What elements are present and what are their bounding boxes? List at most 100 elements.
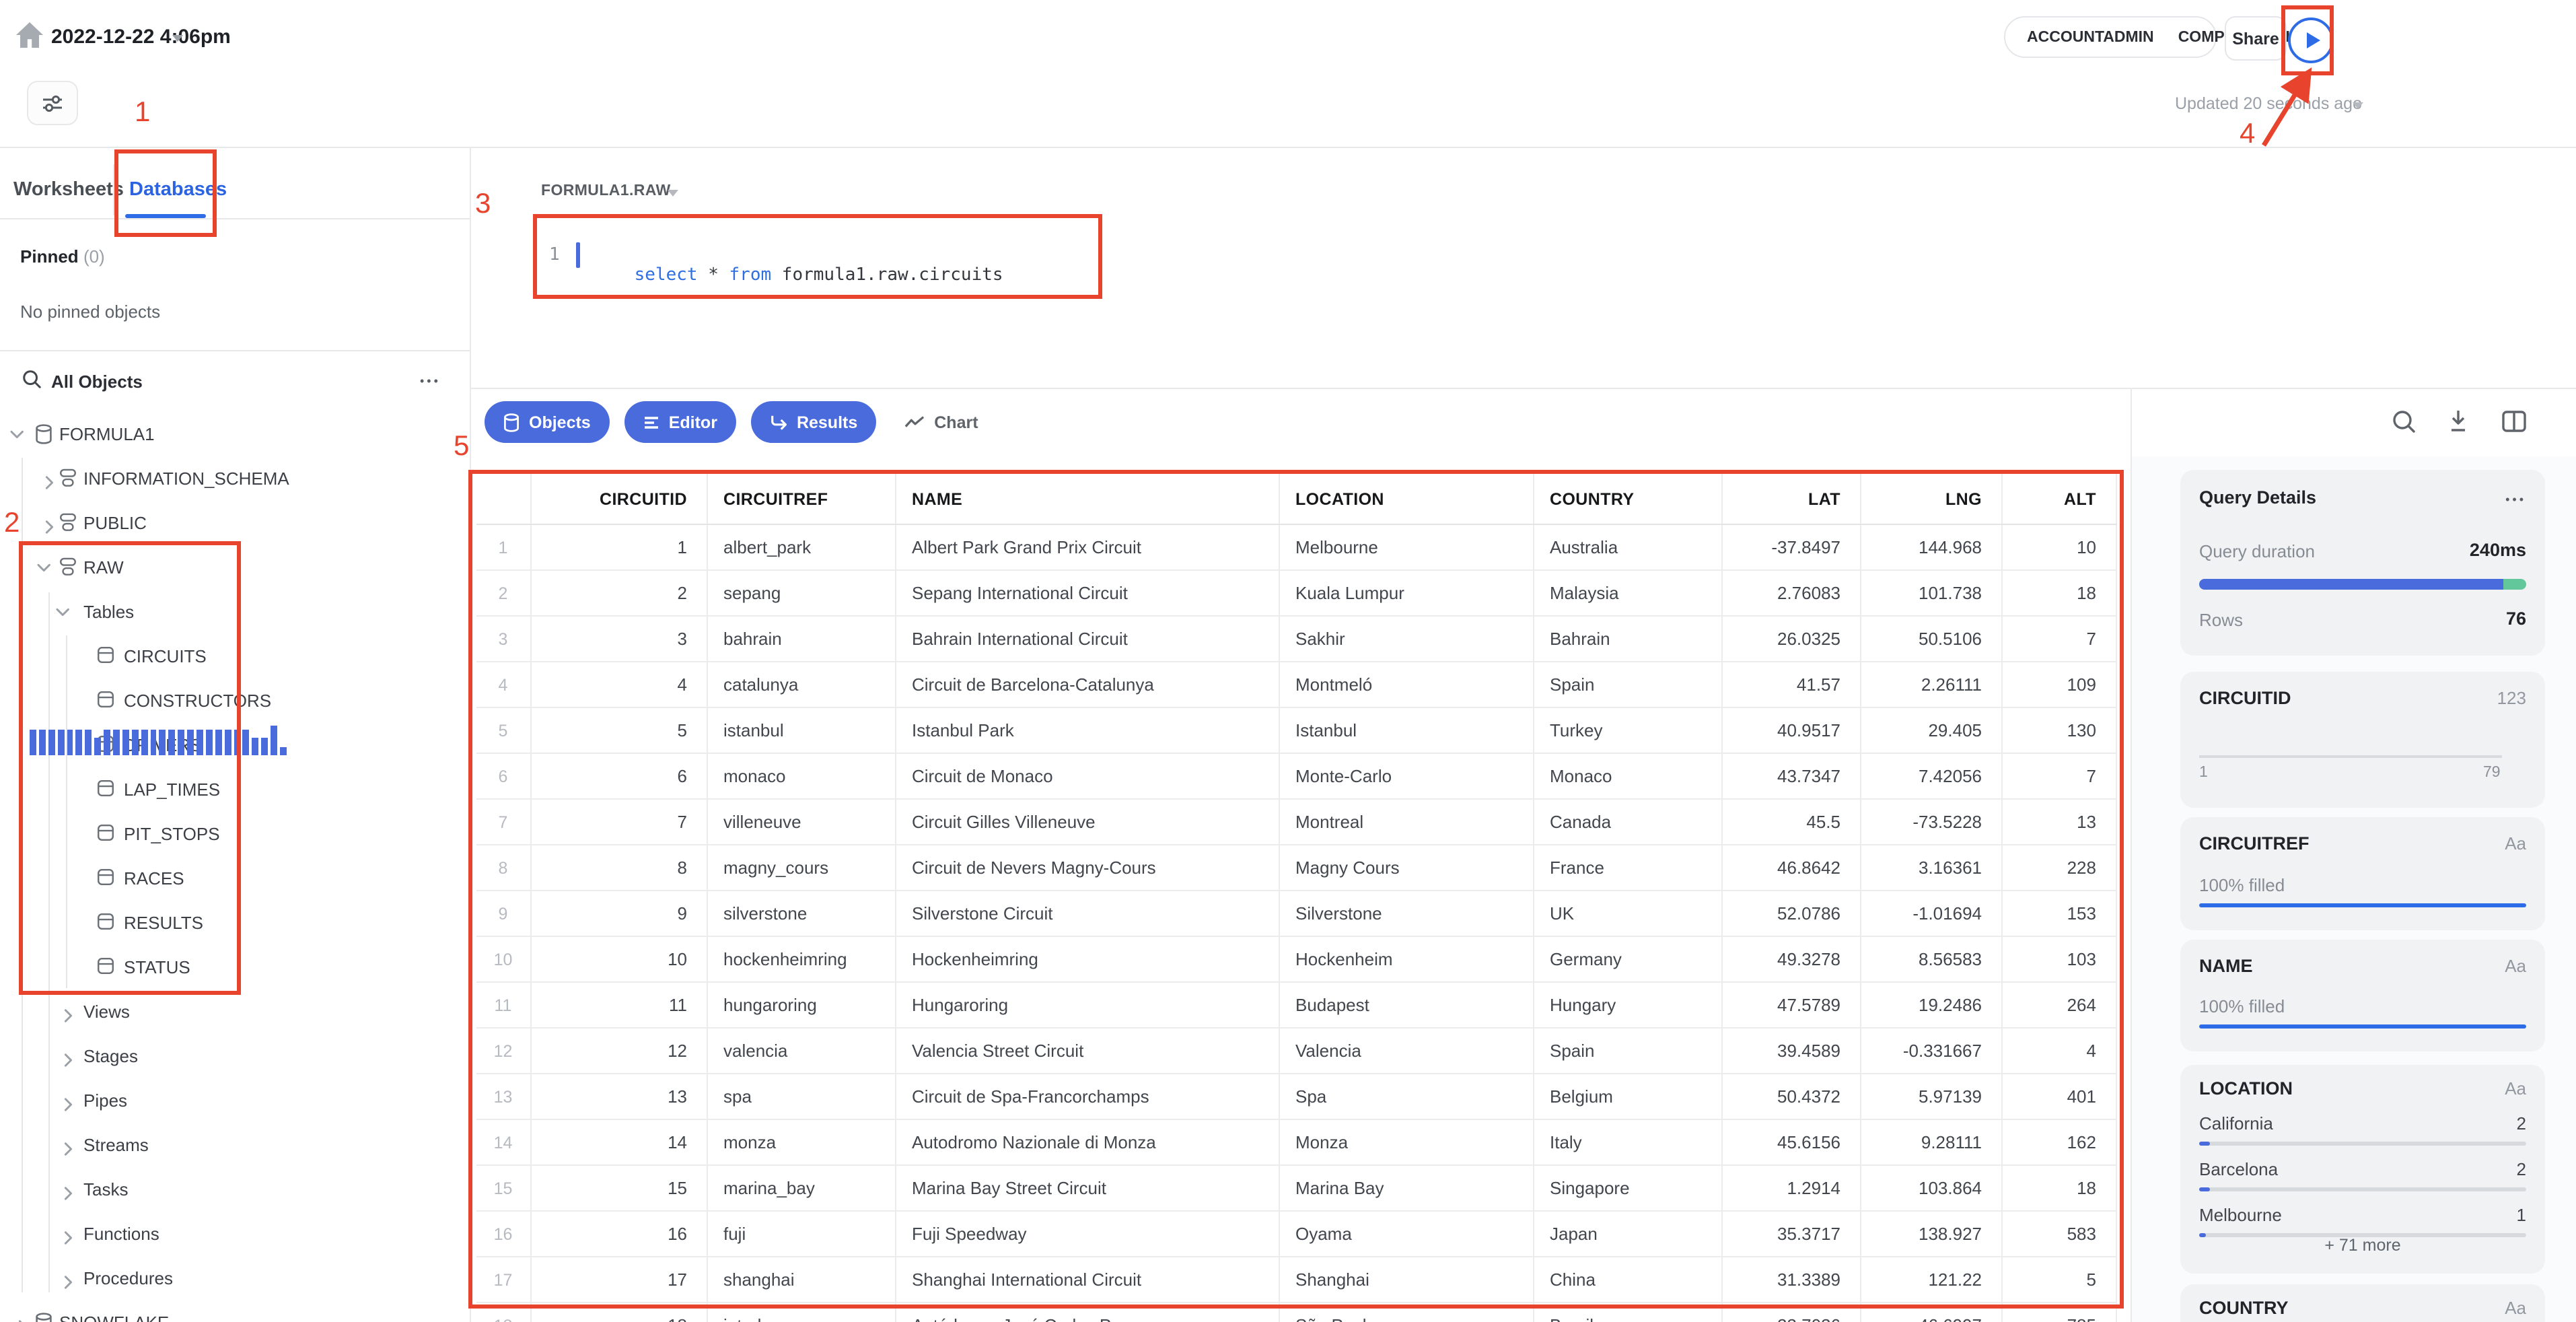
tree-item-lap_times[interactable]: LAP_TIMES xyxy=(0,767,468,812)
cell-circuitid[interactable]: 10 xyxy=(530,936,707,983)
circuitid-histogram[interactable] xyxy=(30,726,287,755)
cell-circuitid[interactable]: 2 xyxy=(530,570,707,617)
top-value-row[interactable]: California 2 xyxy=(2199,1113,2526,1146)
tree-item-public[interactable]: PUBLIC xyxy=(0,501,468,545)
cell-lat[interactable]: 45.6156 xyxy=(1721,1119,1861,1166)
column-header-lat[interactable]: LAT xyxy=(1721,474,1861,525)
context-caret-icon[interactable] xyxy=(668,190,678,197)
tab-objects[interactable]: Objects xyxy=(485,401,610,443)
cell-alt[interactable]: 13 xyxy=(2001,799,2116,845)
cell-circuitid[interactable]: 8 xyxy=(530,845,707,891)
tree-item-procedures[interactable]: Procedures xyxy=(0,1256,468,1300)
cell-circuitid[interactable]: 4 xyxy=(530,662,707,708)
cell-country[interactable]: Monaco xyxy=(1533,753,1722,800)
cell-lng[interactable]: 101.738 xyxy=(1860,570,2002,617)
cell-country[interactable]: Canada xyxy=(1533,799,1722,845)
cell-alt[interactable]: 18 xyxy=(2001,570,2116,617)
cell-circuitid[interactable]: 11 xyxy=(530,982,707,1029)
cell-lat[interactable]: 52.0786 xyxy=(1721,891,1861,937)
column-header-lng[interactable]: LNG xyxy=(1860,474,2002,525)
cell-circuitid[interactable]: 16 xyxy=(530,1211,707,1257)
tab-chart[interactable]: Chart xyxy=(891,401,991,443)
chevron-right-icon[interactable] xyxy=(62,1139,74,1156)
cell-lng[interactable]: 19.2486 xyxy=(1860,982,2002,1029)
tree-item-races[interactable]: RACES xyxy=(0,856,468,901)
cell-circuitref[interactable]: sepang xyxy=(707,570,896,617)
chevron-right-icon[interactable] xyxy=(62,1272,74,1289)
cell-location[interactable]: Melbourne xyxy=(1279,524,1534,571)
cell-lat[interactable]: 46.8642 xyxy=(1721,845,1861,891)
cell-lng[interactable]: -1.01694 xyxy=(1860,891,2002,937)
cell-location[interactable]: Sakhir xyxy=(1279,616,1534,662)
tree-item-formula1[interactable]: FORMULA1 xyxy=(0,412,468,456)
cell-circuitid[interactable]: 3 xyxy=(530,616,707,662)
cell-circuitref[interactable]: spa xyxy=(707,1074,896,1120)
cell-country[interactable]: France xyxy=(1533,845,1722,891)
cell-circuitid[interactable]: 1 xyxy=(530,524,707,571)
chevron-right-icon[interactable] xyxy=(62,1183,74,1200)
cell-lat[interactable]: 45.5 xyxy=(1721,799,1861,845)
cell-lat[interactable]: 50.4372 xyxy=(1721,1074,1861,1120)
cell-country[interactable]: Japan xyxy=(1533,1211,1722,1257)
column-header-circuitid[interactable]: CIRCUITID xyxy=(530,474,707,525)
cell-country[interactable]: China xyxy=(1533,1257,1722,1303)
cell-circuitref[interactable]: valencia xyxy=(707,1028,896,1074)
top-value-row[interactable]: Barcelona 2 xyxy=(2199,1159,2526,1191)
cell-circuitref[interactable]: magny_cours xyxy=(707,845,896,891)
more-values-link[interactable]: + 71 more xyxy=(2180,1236,2545,1255)
cell-country[interactable]: Germany xyxy=(1533,936,1722,983)
tree-item-pit_stops[interactable]: PIT_STOPS xyxy=(0,812,468,856)
cell-lng[interactable]: 2.26111 xyxy=(1860,662,2002,708)
download-icon[interactable] xyxy=(2447,409,2470,440)
cell-location[interactable]: Marina Bay xyxy=(1279,1165,1534,1212)
tree-item-results[interactable]: RESULTS xyxy=(0,901,468,945)
chevron-down-icon[interactable] xyxy=(56,606,73,618)
cell-alt[interactable]: 785 xyxy=(2001,1302,2116,1322)
cell-lat[interactable]: 31.3389 xyxy=(1721,1257,1861,1303)
cell-alt[interactable]: 401 xyxy=(2001,1074,2116,1120)
cell-name[interactable]: Autódromo José Carlos Pace xyxy=(895,1302,1279,1322)
cell-country[interactable]: Australia xyxy=(1533,524,1722,571)
cell-lng[interactable]: 121.22 xyxy=(1860,1257,2002,1303)
cell-name[interactable]: Circuit de Monaco xyxy=(895,753,1279,800)
cell-country[interactable]: Bahrain xyxy=(1533,616,1722,662)
cell-lat[interactable]: 1.2914 xyxy=(1721,1165,1861,1212)
cell-alt[interactable]: 5 xyxy=(2001,1257,2116,1303)
chevron-right-icon[interactable] xyxy=(62,1094,74,1111)
cell-lng[interactable]: 5.97139 xyxy=(1860,1074,2002,1120)
top-value-row[interactable]: Melbourne 1 xyxy=(2199,1205,2526,1237)
cell-alt[interactable]: 130 xyxy=(2001,707,2116,754)
cell-lat[interactable]: 43.7347 xyxy=(1721,753,1861,800)
cell-alt[interactable]: 109 xyxy=(2001,662,2116,708)
tree-item-views[interactable]: Views xyxy=(0,989,468,1034)
cell-alt[interactable]: 162 xyxy=(2001,1119,2116,1166)
cell-lng[interactable]: -0.331667 xyxy=(1860,1028,2002,1074)
cell-circuitid[interactable]: 7 xyxy=(530,799,707,845)
cell-circuitid[interactable]: 6 xyxy=(530,753,707,800)
cell-circuitref[interactable]: interlagos xyxy=(707,1302,896,1322)
cell-lng[interactable]: 29.405 xyxy=(1860,707,2002,754)
tree-item-stages[interactable]: Stages xyxy=(0,1034,468,1078)
cell-name[interactable]: Albert Park Grand Prix Circuit xyxy=(895,524,1279,571)
cell-circuitref[interactable]: monza xyxy=(707,1119,896,1166)
cell-alt[interactable]: 103 xyxy=(2001,936,2116,983)
cell-lng[interactable]: 103.864 xyxy=(1860,1165,2002,1212)
cell-location[interactable]: Kuala Lumpur xyxy=(1279,570,1534,617)
cell-lat[interactable]: -23.7036 xyxy=(1721,1302,1861,1322)
tree-item-circuits[interactable]: CIRCUITS xyxy=(0,634,468,679)
cell-lng[interactable]: 144.968 xyxy=(1860,524,2002,571)
column-header-circuitref[interactable]: CIRCUITREF xyxy=(707,474,896,525)
cell-alt[interactable]: 10 xyxy=(2001,524,2116,571)
cell-name[interactable]: Circuit de Spa-Francorchamps xyxy=(895,1074,1279,1120)
cell-lng[interactable]: 50.5106 xyxy=(1860,616,2002,662)
cell-circuitref[interactable]: hungaroring xyxy=(707,982,896,1029)
cell-country[interactable]: Brazil xyxy=(1533,1302,1722,1322)
cell-country[interactable]: Spain xyxy=(1533,662,1722,708)
cell-name[interactable]: Valencia Street Circuit xyxy=(895,1028,1279,1074)
tree-item-functions[interactable]: Functions xyxy=(0,1212,468,1256)
cell-lat[interactable]: 39.4589 xyxy=(1721,1028,1861,1074)
chevron-right-icon[interactable] xyxy=(16,1317,28,1322)
cell-circuitref[interactable]: shanghai xyxy=(707,1257,896,1303)
cell-circuitref[interactable]: silverstone xyxy=(707,891,896,937)
cell-country[interactable]: UK xyxy=(1533,891,1722,937)
